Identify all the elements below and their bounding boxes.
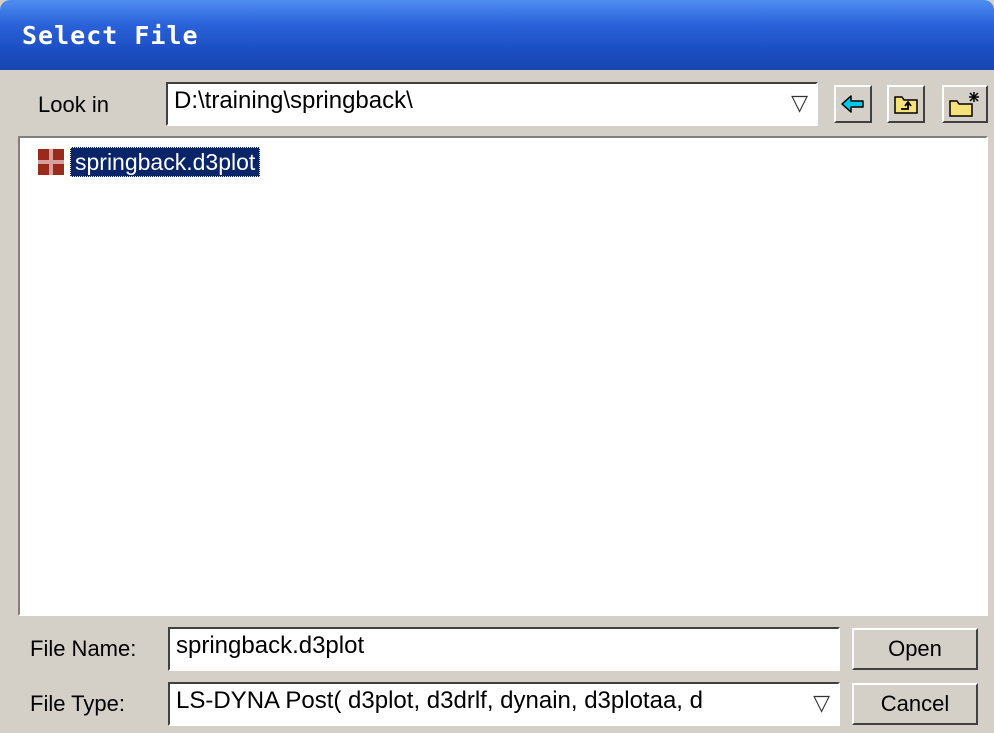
new-folder-icon xyxy=(949,92,979,117)
file-list-item[interactable]: springback.d3plot xyxy=(36,146,261,178)
file-name-label: springback.d3plot xyxy=(70,147,261,177)
window-title: Select File xyxy=(22,21,199,50)
up-folder-icon xyxy=(894,96,918,114)
back-arrow-icon xyxy=(841,95,864,113)
look-in-dropdown-arrow-icon[interactable]: ▽ xyxy=(785,90,808,116)
title-bar[interactable]: Select File xyxy=(0,0,994,70)
file-list[interactable]: springback.d3plot xyxy=(18,136,988,616)
file-type-dropdown[interactable]: LS-DYNA Post( d3plot, d3drlf, dynain, d3… xyxy=(168,682,840,726)
file-type-dropdown-arrow-icon[interactable]: ▽ xyxy=(807,690,830,716)
file-name-value: springback.d3plot xyxy=(176,632,365,659)
file-name-input[interactable]: springback.d3plot xyxy=(168,627,840,671)
new-folder-button[interactable] xyxy=(942,85,988,123)
look-in-label: Look in xyxy=(38,92,109,117)
up-folder-button[interactable] xyxy=(887,85,925,123)
d3plot-file-icon xyxy=(37,148,65,176)
file-type-value: LS-DYNA Post( d3plot, d3drlf, dynain, d3… xyxy=(176,687,703,714)
look-in-dropdown[interactable]: D:\training\springback\ ▽ xyxy=(166,82,818,126)
file-type-field-label: File Type: xyxy=(30,691,125,716)
cancel-button[interactable]: Cancel xyxy=(852,683,978,725)
open-button[interactable]: Open xyxy=(852,628,978,670)
back-button[interactable] xyxy=(834,85,872,123)
file-name-field-label: File Name: xyxy=(30,636,137,661)
look-in-path: D:\training\springback\ xyxy=(174,87,413,114)
